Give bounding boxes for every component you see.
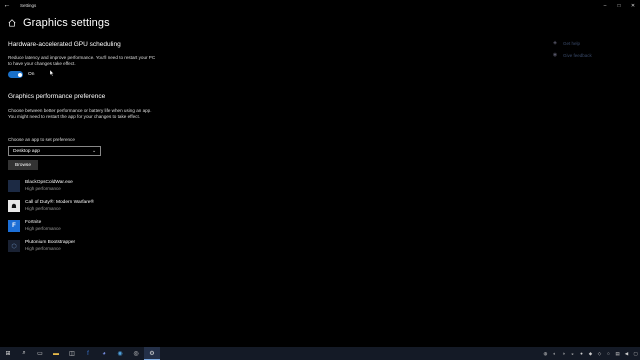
system-tray: ◍ ◐ ◑ ◒ ● ◆ ◇ ○ ▤ ◀ ▢ [541, 347, 640, 360]
get-help-link[interactable]: ◈ Get help [552, 39, 592, 47]
tray-app-icon[interactable]: ◑ [559, 347, 568, 360]
side-links: ◈ Get help ◉ Give feedback [552, 39, 592, 63]
list-item[interactable]: ⬡ Plutonium Bootstrapper High performanc… [8, 236, 94, 256]
preference-title: Graphics performance preference [8, 93, 106, 100]
task-view-icon[interactable]: ▭ [32, 347, 48, 360]
network-icon[interactable]: ▤ [613, 347, 622, 360]
search-icon[interactable]: ⌕ [16, 347, 32, 360]
tray-app-icon[interactable]: ○ [604, 347, 613, 360]
toggle-knob [17, 72, 22, 77]
steam-icon[interactable]: ◎ [128, 347, 144, 360]
tray-app-icon[interactable]: ◇ [595, 347, 604, 360]
window-controls: – □ ✕ [598, 0, 640, 11]
plutonium-app-icon: ⬡ [8, 240, 20, 252]
preference-description: Choose between better performance or bat… [8, 108, 152, 119]
list-item[interactable]: ☗ Call of Duty®: Modern Warfare® High pe… [8, 196, 94, 216]
mouse-cursor-icon [50, 70, 54, 76]
browse-button[interactable]: Browse [8, 160, 38, 170]
gpu-scheduling-description: Reduce latency and improve performance. … [8, 55, 156, 66]
blank-app-icon [8, 180, 20, 192]
cod-app-icon: ☗ [8, 200, 20, 212]
gpu-scheduling-title: Hardware-accelerated GPU scheduling [8, 41, 121, 48]
notification-icon[interactable]: ▢ [631, 347, 640, 360]
home-icon[interactable] [8, 19, 16, 27]
chevron-down-icon: ⌄ [92, 148, 97, 154]
list-item[interactable]: BlackOpsColdWar.exe High performance [8, 176, 94, 196]
tray-app-icon[interactable]: ◆ [586, 347, 595, 360]
give-feedback-link[interactable]: ◉ Give feedback [552, 51, 592, 59]
select-value: Desktop app [13, 148, 40, 154]
browser-icon[interactable]: ◉ [112, 347, 128, 360]
page-header: Graphics settings [8, 17, 110, 29]
windows-start-icon[interactable]: ⊞ [0, 347, 16, 360]
feedback-icon: ◉ [552, 52, 558, 58]
tray-app-icon[interactable]: ◒ [568, 347, 577, 360]
store-icon[interactable]: ◫ [64, 347, 80, 360]
title-bar: ← Settings – □ ✕ [0, 0, 640, 11]
window-title: Settings [20, 3, 37, 8]
minimize-button[interactable]: – [598, 0, 612, 11]
app-type-select[interactable]: Desktop app ⌄ [8, 146, 101, 156]
tray-app-icon[interactable]: ● [577, 347, 586, 360]
fortnite-app-icon: F [8, 220, 20, 232]
volume-icon[interactable]: ◀ [622, 347, 631, 360]
toggle-state-label: On [28, 72, 35, 77]
app-list: BlackOpsColdWar.exe High performance ☗ C… [8, 176, 94, 256]
close-button[interactable]: ✕ [626, 0, 640, 11]
help-icon: ◈ [553, 40, 557, 46]
taskbar: ⊞ ⌕ ▭ ▬ ◫ f ◕ ◉ ◎ ⚙ ◍ ◐ ◑ ◒ ● ◆ ◇ ○ ▤ ◀ … [0, 347, 640, 360]
tray-app-icon[interactable]: ◍ [541, 347, 550, 360]
page-title: Graphics settings [23, 17, 110, 29]
facebook-icon[interactable]: f [80, 347, 96, 360]
file-explorer-icon[interactable]: ▬ [48, 347, 64, 360]
gpu-scheduling-toggle-row: On [8, 71, 34, 78]
settings-icon[interactable]: ⚙ [144, 347, 160, 360]
gpu-scheduling-toggle[interactable] [8, 71, 23, 78]
list-item[interactable]: F Fortnite High performance [8, 216, 94, 236]
maximize-button[interactable]: □ [612, 0, 626, 11]
select-label: Choose an app to set preference [8, 137, 75, 142]
tray-app-icon[interactable]: ◐ [550, 347, 559, 360]
back-arrow-icon[interactable]: ← [0, 0, 14, 11]
discord-icon[interactable]: ◕ [96, 347, 112, 360]
